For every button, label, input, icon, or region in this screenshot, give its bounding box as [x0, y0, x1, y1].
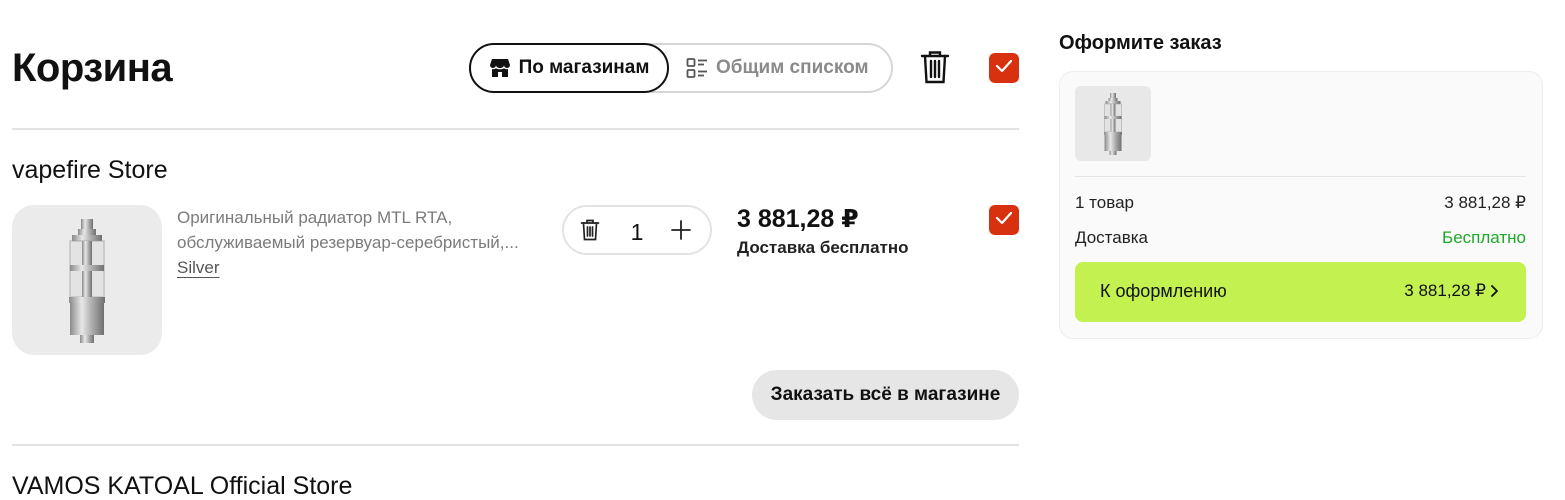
order-all-in-store-button[interactable]: Заказать всё в магазине: [752, 370, 1019, 420]
delete-selected-button[interactable]: [920, 50, 950, 84]
summary-items-label: 1 товар: [1075, 193, 1134, 212]
checkout-label: К оформлению: [1100, 281, 1227, 301]
summary-delivery-label: Доставка: [1075, 228, 1149, 247]
product-image[interactable]: [12, 205, 162, 355]
toggle-common-list[interactable]: Общим списком: [686, 43, 869, 93]
view-toggle: По магазинам Общим списком: [469, 43, 893, 93]
item-checkbox[interactable]: [989, 205, 1019, 235]
toggle-by-store-label: По магазинам: [518, 57, 650, 78]
toggle-common-list-label: Общим списком: [716, 57, 869, 78]
summary-items-total: 3 881,28 ₽: [1444, 193, 1526, 212]
checkout-button[interactable]: К оформлению 3 881,28 ₽: [1075, 262, 1526, 322]
page-title: Корзина: [12, 46, 173, 90]
summary-delivery-value: Бесплатно: [1442, 228, 1526, 247]
product-description[interactable]: Оригинальный радиатор MTL RTA, обслужива…: [177, 205, 552, 281]
divider: [12, 444, 1019, 446]
toggle-by-store[interactable]: По магазинам: [469, 43, 669, 93]
item-delivery: Доставка бесплатно: [737, 238, 909, 257]
store-name: vapefire Store: [12, 156, 168, 184]
item-price: 3 881,28 ₽: [737, 205, 859, 233]
divider: [12, 128, 1019, 130]
product-description-line-1: Оригинальный радиатор MTL RTA,: [177, 208, 453, 227]
store-icon: [489, 57, 511, 79]
select-all-checkbox[interactable]: [989, 53, 1019, 83]
list-icon: [686, 57, 708, 79]
product-description-line-2: обслуживаемый резервуар-серебристый,...: [177, 233, 519, 252]
check-icon: [995, 59, 1013, 78]
check-icon: [995, 211, 1013, 230]
plus-icon: [670, 220, 692, 245]
cart-section: Корзина По магазинам Общим списком vapef…: [12, 0, 1019, 500]
summary-title: Оформите заказ: [1059, 32, 1222, 54]
order-summary-card: 1 товар 3 881,28 ₽ Доставка Бесплатно К …: [1059, 71, 1543, 339]
quantity-stepper: 1: [562, 205, 712, 255]
increase-quantity-button[interactable]: [670, 219, 692, 246]
checkout-total: 3 881,28 ₽: [1404, 281, 1486, 300]
store-name: VAMOS KATOAL Official Store: [12, 472, 353, 500]
chevron-right-icon: [1490, 284, 1499, 303]
summary-divider: [1075, 176, 1526, 177]
trash-icon: [920, 51, 950, 88]
cart-header: Корзина По магазинам Общим списком: [12, 40, 1019, 98]
product-variant-link[interactable]: Silver: [177, 255, 220, 281]
summary-product-thumbnail[interactable]: [1075, 86, 1151, 161]
